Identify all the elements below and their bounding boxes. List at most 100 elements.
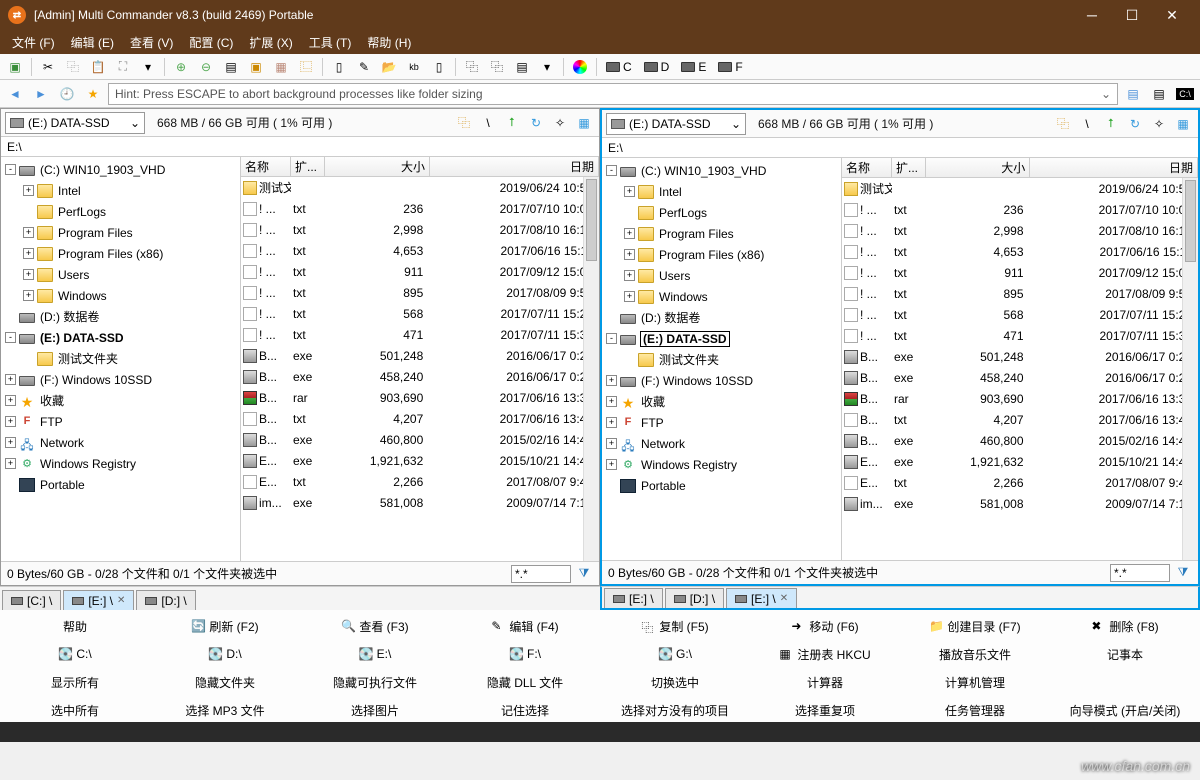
slash-icon[interactable]: \ xyxy=(1076,113,1098,135)
tree-node[interactable]: (D:) 数据卷 xyxy=(602,307,841,328)
tree-node[interactable]: +🖧Network xyxy=(602,433,841,454)
command-button[interactable]: 帮助 xyxy=(0,614,150,638)
clipboard-icon[interactable]: ▤ xyxy=(511,56,533,78)
select-icon[interactable]: ⛶ xyxy=(112,56,134,78)
command-button[interactable]: ✖删除 (F8) xyxy=(1050,614,1200,638)
funnel-icon[interactable]: ⧩ xyxy=(1174,564,1192,582)
command-button[interactable]: 计算机管理 xyxy=(900,670,1050,694)
file-row[interactable]: 测试文... 2019/06/24 10:59 xyxy=(241,177,599,198)
file-row[interactable]: ! ... txt 911 2017/09/12 15:00 xyxy=(842,262,1198,283)
command-button[interactable]: 记住选择 xyxy=(450,698,600,722)
forward-button[interactable]: ► xyxy=(30,83,52,105)
file-list-header[interactable]: 名称 扩... 大小 日期 xyxy=(842,158,1198,178)
tree-expander[interactable]: + xyxy=(606,396,617,407)
dropdown-icon[interactable]: ▾ xyxy=(137,56,159,78)
copy-page-icon[interactable]: ⿻ xyxy=(461,56,483,78)
tree-expander[interactable]: + xyxy=(606,438,617,449)
menu-item[interactable]: 编辑 (E) xyxy=(63,31,122,54)
panel-tab[interactable]: [C:] \ xyxy=(2,590,61,610)
tree-expander[interactable]: + xyxy=(23,227,34,238)
slash-icon[interactable]: \ xyxy=(477,112,499,134)
menu-item[interactable]: 扩展 (X) xyxy=(241,31,300,54)
panel-tab[interactable]: [D:] \ xyxy=(136,590,195,610)
file-row[interactable]: B... exe 458,240 2016/06/17 0:25 xyxy=(842,367,1198,388)
command-button[interactable]: 选择 MP3 文件 xyxy=(150,698,300,722)
tree-expander[interactable]: + xyxy=(624,228,635,239)
tree-node[interactable]: +Users xyxy=(602,265,841,286)
menu-item[interactable]: 查看 (V) xyxy=(122,31,181,54)
copy-page2-icon[interactable]: ⿻ xyxy=(486,56,508,78)
command-button[interactable]: ⿻复制 (F5) xyxy=(600,614,750,638)
tree-node[interactable]: +🖧Network xyxy=(1,432,240,453)
tree-node[interactable]: +Users xyxy=(1,264,240,285)
filter-input[interactable]: *.* xyxy=(511,565,571,583)
file-row[interactable]: ! ... txt 2,998 2017/08/10 16:16 xyxy=(842,220,1198,241)
paste-icon[interactable]: 📋 xyxy=(87,56,109,78)
command-button[interactable]: 记事本 xyxy=(1050,642,1200,666)
path-bar[interactable]: E:\ xyxy=(602,138,1198,158)
menu-item[interactable]: 帮助 (H) xyxy=(359,31,419,54)
command-button[interactable]: ▦注册表 HKCU xyxy=(750,642,900,666)
up-icon[interactable]: ⭡ xyxy=(501,112,523,134)
color-wheel-icon[interactable] xyxy=(569,56,591,78)
grid-icon[interactable]: ▦ xyxy=(1172,113,1194,135)
tab-close-icon[interactable]: ✕ xyxy=(780,593,788,604)
tree-expander[interactable]: + xyxy=(624,270,635,281)
close-button[interactable]: ✕ xyxy=(1152,0,1192,30)
tree-expander[interactable]: - xyxy=(5,164,16,175)
star-button[interactable]: ★ xyxy=(82,83,104,105)
file-row[interactable]: E... txt 2,266 2017/08/07 9:44 xyxy=(241,471,599,492)
command-button[interactable]: 💽D:\ xyxy=(150,642,300,666)
tree-node[interactable]: (D:) 数据卷 xyxy=(1,306,240,327)
command-button[interactable]: 💽G:\ xyxy=(600,642,750,666)
scrollbar[interactable] xyxy=(583,177,599,561)
tree-node[interactable]: -(E:) DATA-SSD xyxy=(1,327,240,348)
cut-icon[interactable]: ✂ xyxy=(37,56,59,78)
folder-settings-icon[interactable]: ▣ xyxy=(245,56,267,78)
command-button[interactable]: 🔍查看 (F3) xyxy=(300,614,450,638)
tree-node[interactable]: +Program Files xyxy=(602,223,841,244)
tree-node[interactable]: Portable xyxy=(1,474,240,495)
tree-node[interactable]: +★收藏 xyxy=(602,391,841,412)
file-row[interactable]: B... exe 458,240 2016/06/17 0:25 xyxy=(241,366,599,387)
drive-button-F[interactable]: F xyxy=(714,60,746,74)
command-button[interactable]: 💽C:\ xyxy=(0,642,150,666)
command-button[interactable]: ➜移动 (F6) xyxy=(750,614,900,638)
edit-icon[interactable]: ✎ xyxy=(353,56,375,78)
refresh-icon[interactable]: ↻ xyxy=(525,112,547,134)
file-row[interactable]: ! ... txt 568 2017/07/11 15:29 xyxy=(241,303,599,324)
path-bar[interactable]: E:\ xyxy=(1,137,599,157)
file-row[interactable]: ! ... txt 2,998 2017/08/10 16:16 xyxy=(241,219,599,240)
command-button[interactable]: 隐藏可执行文件 xyxy=(300,670,450,694)
tree-node[interactable]: 测试文件夹 xyxy=(1,348,240,369)
panel-tab[interactable]: [D:] \ xyxy=(665,588,724,608)
tree-expander[interactable]: + xyxy=(5,458,16,469)
command-button[interactable]: 隐藏 DLL 文件 xyxy=(450,670,600,694)
filter-input[interactable]: *.* xyxy=(1110,564,1170,582)
command-button[interactable]: 选择重复项 xyxy=(750,698,900,722)
copy-path-icon[interactable]: ⿻ xyxy=(1052,113,1074,135)
file-row[interactable]: B... txt 4,207 2017/06/16 13:42 xyxy=(241,408,599,429)
command-button[interactable]: 选中所有 xyxy=(0,698,150,722)
drive-select[interactable]: (E:) DATA-SSD⌄ xyxy=(606,113,746,135)
file-row[interactable]: 测试文... 2019/06/24 10:59 xyxy=(842,178,1198,199)
new-icon[interactable]: ▣ xyxy=(4,56,26,78)
doc-icon[interactable]: ▤ xyxy=(220,56,242,78)
tree-node[interactable]: +Program Files xyxy=(1,222,240,243)
command-button[interactable]: 选择对方没有的项目 xyxy=(600,698,750,722)
tree-expander[interactable]: + xyxy=(606,459,617,470)
tree-expander[interactable]: - xyxy=(606,165,617,176)
panel-tab[interactable]: [E:] \✕ xyxy=(63,590,134,610)
file-row[interactable]: ! ... txt 895 2017/08/09 9:51 xyxy=(241,282,599,303)
command-button[interactable]: ✎编辑 (F4) xyxy=(450,614,600,638)
file-row[interactable]: ! ... txt 895 2017/08/09 9:51 xyxy=(842,283,1198,304)
command-button[interactable] xyxy=(1050,670,1200,694)
tree-node[interactable]: -(C:) WIN10_1903_VHD xyxy=(1,159,240,180)
file-row[interactable]: ! ... txt 236 2017/07/10 10:07 xyxy=(241,198,599,219)
file-row[interactable]: E... txt 2,266 2017/08/07 9:44 xyxy=(842,472,1198,493)
file-row[interactable]: B... exe 460,800 2015/02/16 14:46 xyxy=(241,429,599,450)
tree-node[interactable]: +Windows xyxy=(1,285,240,306)
file-row[interactable]: B... exe 501,248 2016/06/17 0:25 xyxy=(842,346,1198,367)
tree-node[interactable]: +Windows xyxy=(602,286,841,307)
up-icon[interactable]: ⭡ xyxy=(1100,113,1122,135)
